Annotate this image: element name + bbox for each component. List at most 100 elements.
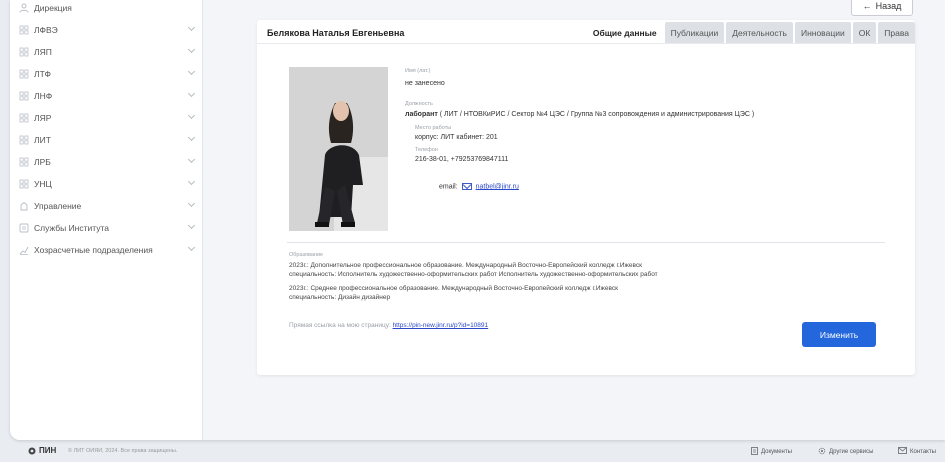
documents-label: Документы — [761, 449, 792, 455]
chevron-down-icon — [187, 111, 196, 120]
chevron-down-icon — [187, 45, 196, 54]
services-icon — [18, 223, 29, 234]
documents-link[interactable]: Документы — [751, 447, 792, 457]
lab-icon — [18, 69, 29, 80]
tab-publications[interactable]: Публикации — [664, 22, 725, 43]
chevron-down-icon — [187, 133, 196, 142]
sidebar-item-unc[interactable]: УНЦ — [18, 175, 198, 193]
sidebar-item-label: Хозрасчетные подразделения — [34, 245, 153, 255]
contacts-label: Контакты — [910, 448, 936, 455]
chevron-down-icon — [187, 221, 196, 230]
sidebar-item-label: Управление — [34, 201, 82, 211]
tab-innovations[interactable]: Инновации — [794, 22, 851, 43]
logo-icon — [28, 447, 36, 454]
sidebar-item-management[interactable]: Управление — [18, 197, 198, 215]
sidebar-item-services[interactable]: Службы Института — [18, 219, 198, 237]
sidebar-item-label: ЛРБ — [34, 157, 51, 167]
lab-icon — [18, 25, 29, 36]
gear-icon — [818, 447, 826, 457]
sidebar-item-label: ЛФВЭ — [34, 25, 58, 35]
education-line: специальность: Дизайн дизайнер — [289, 294, 391, 301]
tab-ok[interactable]: ОК — [852, 22, 877, 43]
sidebar-item-lit[interactable]: ЛИТ — [18, 131, 198, 149]
position-label: Должность — [405, 101, 433, 107]
chevron-down-icon — [187, 23, 196, 32]
sidebar-item-lrb[interactable]: ЛРБ — [18, 153, 198, 171]
logo-text: ПИН — [39, 446, 57, 455]
sidebar-item-direction[interactable]: Дирекция — [18, 0, 198, 17]
back-label: Назад — [875, 1, 902, 11]
person-name: Белякова Наталья Евгеньевна — [267, 28, 405, 38]
tab-general[interactable]: Общие данные — [586, 22, 663, 43]
education-line: 2023г.: Среднее профессиональное образов… — [289, 285, 618, 292]
sidebar-item-label: ЛЯР — [34, 113, 52, 123]
education-line: 2023г.: Дополнительное профессиональное … — [289, 262, 642, 269]
workplace-label: Место работы — [415, 125, 452, 131]
footer: ПИН © ЛИТ ОИЯИ, 2024. Все права защищены… — [0, 440, 945, 462]
email-row: email: natbel@jinr.ru — [439, 183, 519, 190]
lab-icon — [18, 113, 29, 124]
other-services-link[interactable]: Другие сервисы — [818, 447, 873, 457]
chevron-down-icon — [187, 89, 196, 98]
position-value: лаборант ( ЛИТ / НТОВКиРИС / Сектор №4 Ц… — [405, 111, 754, 118]
section-divider — [287, 242, 885, 243]
back-button[interactable]: ← Назад — [851, 0, 913, 16]
sidebar-item-lyar[interactable]: ЛЯР — [18, 109, 198, 127]
sidebar-item-label: УНЦ — [34, 179, 52, 189]
main-content: ← Назад Белякова Наталья Евгеньевна Общи… — [203, 0, 945, 440]
phone-label: Телефон — [415, 147, 438, 153]
other-services-label: Другие сервисы — [829, 449, 874, 455]
workplace-value: корпус: ЛИТ кабинет: 201 — [415, 134, 498, 141]
chevron-down-icon — [187, 243, 196, 252]
chevron-down-icon — [187, 199, 196, 208]
chart-icon — [18, 245, 29, 256]
document-icon — [751, 447, 758, 457]
lab-icon — [18, 157, 29, 168]
contacts-link[interactable]: Контакты — [898, 447, 936, 456]
tab-rights[interactable]: Права — [878, 22, 915, 43]
arrow-left-icon: ← — [862, 1, 872, 11]
direct-link[interactable]: https://pin-new.jinr.ru/p?id=10891 — [393, 322, 489, 329]
direct-link-row: Прямая ссылка на мою страницу: https://p… — [289, 322, 488, 329]
sidebar-item-label: Службы Института — [34, 223, 110, 233]
sidebar: Дирекция ЛФВЭ ЛЯП ЛТФ ЛНФ ЛЯР ЛИТ ЛРБ УН… — [10, 0, 203, 440]
profile-card: Белякова Наталья Евгеньевна Общие данные… — [257, 20, 915, 375]
footer-logo[interactable]: ПИН — [28, 446, 56, 455]
sidebar-item-self-supporting[interactable]: Хозрасчетные подразделения — [18, 241, 198, 259]
chevron-down-icon — [187, 67, 196, 76]
direct-link-label: Прямая ссылка на мою страницу: — [289, 322, 391, 329]
sidebar-item-lyap[interactable]: ЛЯП — [18, 43, 198, 61]
position-title: лаборант — [405, 111, 438, 118]
position-path: ( ЛИТ / НТОВКиРИС / Сектор №4 ЦЭС / Груп… — [437, 111, 755, 118]
name-lat-label: Имя (лат.) — [405, 68, 431, 74]
mail-icon — [461, 183, 472, 190]
app-frame: Дирекция ЛФВЭ ЛЯП ЛТФ ЛНФ ЛЯР ЛИТ ЛРБ УН… — [10, 0, 945, 440]
sidebar-item-lfve[interactable]: ЛФВЭ — [18, 21, 198, 39]
chevron-down-icon — [187, 155, 196, 164]
sidebar-item-label: Дирекция — [34, 3, 72, 13]
management-icon — [18, 201, 29, 212]
mail-icon — [898, 447, 907, 456]
sidebar-item-label: ЛНФ — [34, 91, 53, 101]
profile-photo — [289, 67, 388, 231]
tab-activity[interactable]: Деятельность — [726, 22, 793, 43]
email-link[interactable]: natbel@jinr.ru — [476, 183, 519, 190]
lab-icon — [18, 47, 29, 58]
person-icon — [18, 3, 29, 14]
profile-tabs: Общие данные Публикации Деятельность Инн… — [586, 22, 915, 43]
name-lat-value: не занесено — [405, 80, 445, 87]
education-line: специальность: Исполнитель художественно… — [289, 271, 658, 278]
sidebar-item-lnf[interactable]: ЛНФ — [18, 87, 198, 105]
edit-button[interactable]: Изменить — [802, 322, 876, 347]
sidebar-item-label: ЛТФ — [34, 69, 51, 79]
sidebar-item-label: ЛИТ — [34, 135, 51, 145]
tabs-divider — [257, 43, 915, 44]
lab-icon — [18, 179, 29, 190]
chevron-down-icon — [187, 177, 196, 186]
email-label: email: — [439, 183, 458, 191]
education-label: Образование — [289, 252, 324, 258]
phone-value: 216-38-01, +79253769847111 — [415, 156, 509, 163]
lab-icon — [18, 135, 29, 146]
lab-icon — [18, 91, 29, 102]
sidebar-item-ltf[interactable]: ЛТФ — [18, 65, 198, 83]
